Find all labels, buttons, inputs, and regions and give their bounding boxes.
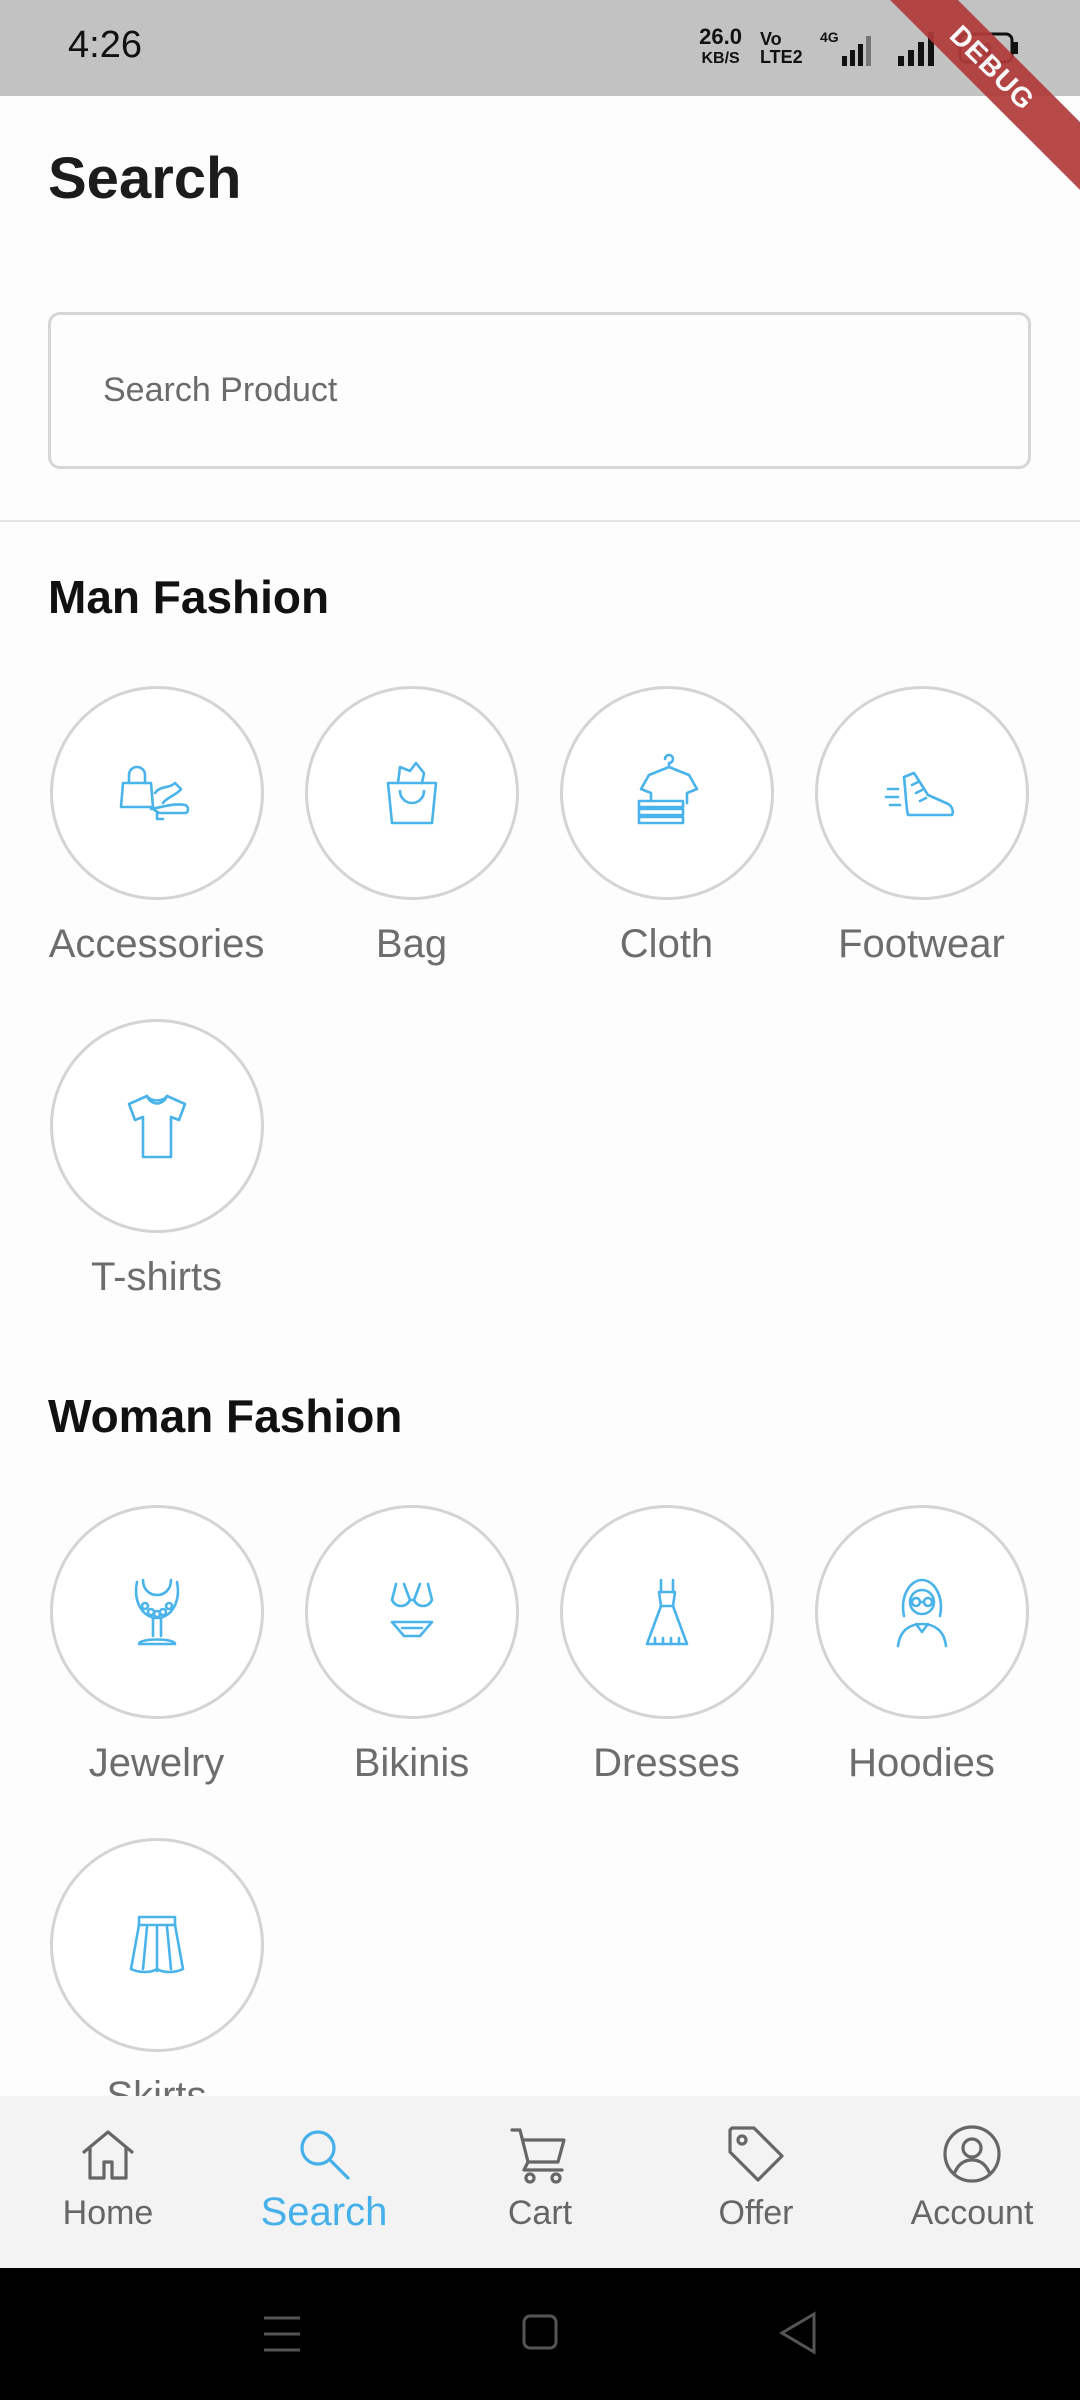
category-circle[interactable] (49, 1838, 264, 2052)
tshirt-icon (127, 1094, 186, 1159)
nav-account[interactable]: Account (864, 2096, 1080, 2268)
category-circle[interactable] (559, 686, 774, 900)
network-speed-value: 26.0 (699, 24, 742, 49)
home-icon (82, 2130, 134, 2180)
category-label: Hoodies (848, 1741, 995, 1785)
category-circle[interactable] (304, 686, 519, 900)
nav-home-label: Home (62, 2194, 154, 2232)
cloth-icon (637, 753, 698, 825)
category-accessories[interactable]: Accessories (29, 686, 284, 967)
search-icon (300, 2130, 350, 2180)
system-navigation-bar (0, 2268, 1080, 2400)
category-circle[interactable] (49, 1505, 264, 1719)
account-icon (943, 2125, 1001, 2183)
woman-avatar-icon (896, 1578, 947, 1648)
man-fashion-title: Man Fashion (48, 571, 330, 623)
category-circle[interactable] (304, 1505, 519, 1719)
category-label: Jewelry (88, 1741, 225, 1785)
category-dresses[interactable]: Dresses (539, 1505, 794, 1786)
network-speed: 26.0 KB/S (699, 26, 742, 70)
status-time: 4:26 (68, 24, 142, 66)
nav-search-label: Search (260, 2190, 388, 2234)
nav-offer-label: Offer (718, 2194, 794, 2232)
category-bikinis[interactable]: Bikinis (284, 1505, 539, 1786)
signal-4g-icon: 4G (820, 29, 871, 66)
category-skirts[interactable]: Skirts (29, 1838, 284, 2119)
nav-account-label: Account (910, 2194, 1034, 2232)
skirt-icon (129, 1915, 184, 1974)
accessories-icon (119, 765, 189, 821)
category-label: Bikinis (353, 1741, 470, 1785)
category-jewelry[interactable]: Jewelry (29, 1505, 284, 1786)
tag-icon (728, 2126, 784, 2182)
cart-icon (510, 2128, 566, 2184)
category-hoodies[interactable]: Hoodies (794, 1505, 1049, 1786)
page-title: Search (48, 146, 242, 211)
necklace-icon (134, 1578, 179, 1646)
woman-fashion-title: Woman Fashion (48, 1390, 403, 1442)
nav-cart-label: Cart (507, 2194, 573, 2232)
search-field[interactable] (48, 312, 1031, 469)
nav-offer[interactable]: Offer (648, 2096, 864, 2268)
menu-icon[interactable] (262, 2312, 302, 2356)
shopping-bag-icon (386, 761, 437, 825)
category-circle[interactable] (814, 1505, 1029, 1719)
category-circle[interactable] (559, 1505, 774, 1719)
home-button-icon[interactable] (522, 2312, 558, 2352)
divider (0, 520, 1080, 522)
status-bar: 4:26 26.0 KB/S Vo LTE2 4G 70 DEBUG (0, 0, 1080, 192)
network-speed-unit: KB/S (701, 50, 740, 67)
category-label: Footwear (838, 922, 1005, 966)
nav-search[interactable]: Search (216, 2096, 432, 2268)
svg-text:4G: 4G (820, 29, 839, 45)
category-circle[interactable] (814, 686, 1029, 900)
search-input[interactable] (101, 370, 1028, 411)
shoe-icon (884, 771, 954, 817)
category-footwear[interactable]: Footwear (794, 686, 1049, 967)
category-label: Accessories (48, 922, 265, 966)
category-cloth[interactable]: Cloth (539, 686, 794, 967)
bottom-navigation: Home Search Cart Offer Account (0, 2096, 1080, 2268)
category-circle[interactable] (49, 686, 264, 900)
volte-indicator: Vo LTE2 (760, 29, 803, 67)
category-circle[interactable] (49, 1019, 264, 1233)
category-label: Bag (375, 922, 448, 966)
category-label: Cloth (619, 922, 714, 966)
nav-cart[interactable]: Cart (432, 2096, 648, 2268)
back-icon[interactable] (778, 2310, 818, 2356)
category-label: Dresses (593, 1741, 740, 1785)
dress-icon (645, 1578, 688, 1646)
category-tshirts[interactable]: T-shirts (29, 1019, 284, 1300)
category-bag[interactable]: Bag (284, 686, 539, 967)
category-label: T-shirts (90, 1255, 223, 1299)
bikini-icon (390, 1582, 433, 1638)
nav-home[interactable]: Home (0, 2096, 216, 2268)
